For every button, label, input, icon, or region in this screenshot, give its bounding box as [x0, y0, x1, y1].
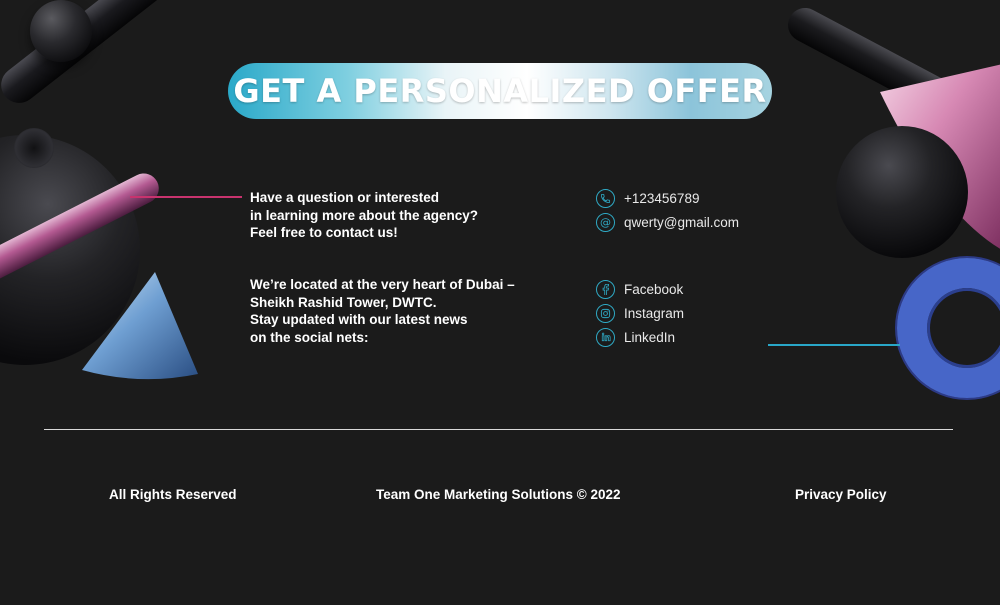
copyright-text: Team One Marketing Solutions © 2022 [376, 487, 621, 502]
facebook-icon [596, 279, 615, 299]
headline-text: GET A PERSONALIZED OFFER [233, 72, 767, 110]
privacy-policy-link[interactable]: Privacy Policy [795, 487, 887, 502]
email-link[interactable]: @ qwerty@gmail.com [596, 210, 739, 234]
location-line: We’re located at the very heart of Dubai… [250, 277, 515, 292]
contact-list: +123456789 @ qwerty@gmail.com [596, 186, 739, 234]
intro-line: Have a question or interested [250, 190, 440, 205]
facebook-label: Facebook [624, 281, 684, 297]
contact-intro: Have a question or interested in learnin… [250, 189, 570, 242]
location-text: We’re located at the very heart of Dubai… [250, 276, 570, 346]
black-sphere-decoration-right [836, 126, 968, 258]
intro-line: Feel free to contact us! [250, 225, 398, 240]
instagram-link[interactable]: Instagram [596, 301, 684, 325]
linkedin-link[interactable]: LinkedIn [596, 325, 684, 349]
email-address: qwerty@gmail.com [624, 214, 739, 230]
personalized-offer-button[interactable]: GET A PERSONALIZED OFFER [228, 63, 772, 119]
phone-icon [596, 188, 615, 208]
intro-line: in learning more about the agency? [250, 207, 479, 223]
facebook-link[interactable]: Facebook [596, 277, 684, 301]
footer-divider [44, 429, 953, 430]
phone-number: +123456789 [624, 190, 700, 206]
linkedin-label: LinkedIn [624, 329, 676, 345]
location-line: on the social nets: [250, 329, 369, 345]
blue-ring-decoration [897, 258, 1000, 398]
small-black-sphere-decoration [30, 0, 92, 62]
instagram-label: Instagram [624, 305, 685, 321]
contact-section: GET A PERSONALIZED OFFER Have a question… [0, 0, 1000, 605]
location-line: Sheikh Rashid Tower, DWTC. [250, 294, 437, 310]
blue-cone-decoration [82, 272, 198, 380]
linkedin-icon [596, 327, 615, 347]
teal-accent-line [768, 344, 900, 346]
pink-accent-line [130, 196, 242, 198]
phone-link[interactable]: +123456789 [596, 186, 739, 210]
email-icon: @ [596, 212, 615, 232]
social-list: Facebook Instagram LinkedIn [596, 277, 684, 349]
tube-end-decoration [14, 128, 54, 168]
instagram-icon [596, 303, 615, 323]
location-line: Stay updated with our latest news [250, 312, 468, 327]
rights-text: All Rights Reserved [109, 487, 237, 502]
